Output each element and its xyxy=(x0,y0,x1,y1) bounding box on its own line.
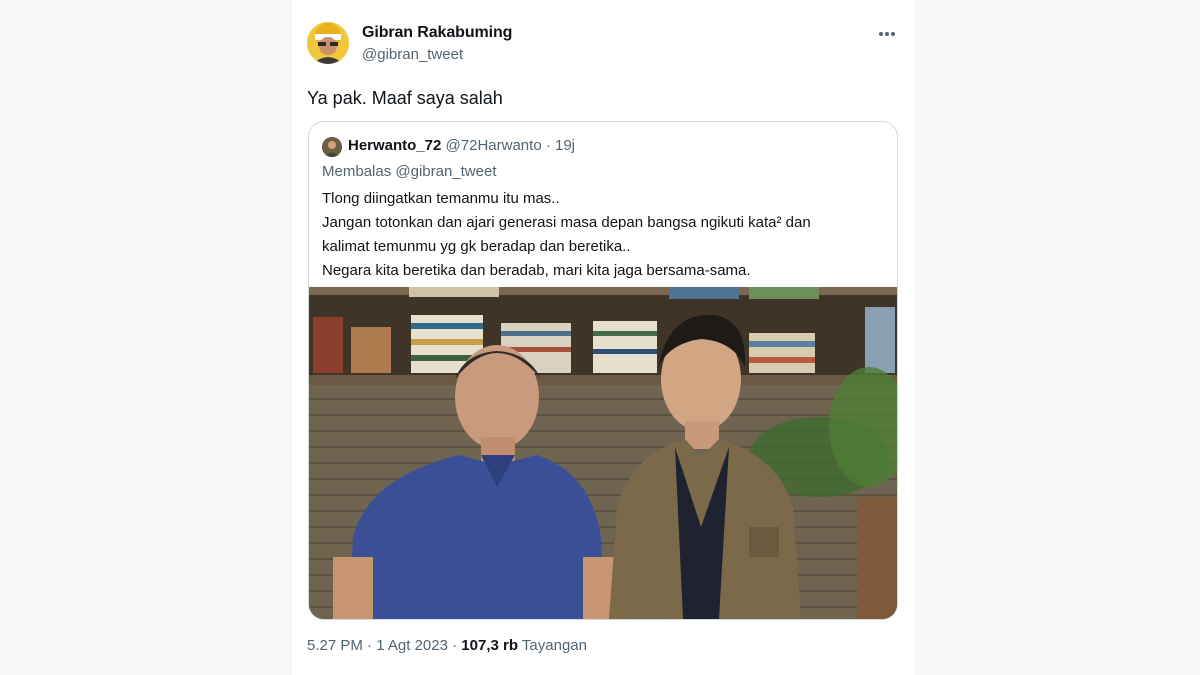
meta-separator: · xyxy=(367,637,373,654)
author-handle[interactable]: @gibran_tweet xyxy=(362,46,463,63)
quoted-author-avatar[interactable] xyxy=(322,137,342,157)
tweet-meta: 5.27 PM · 1 Agt 2023 · 107,3 rb Tayangan xyxy=(307,637,587,654)
tweet-text: Ya pak. Maaf saya salah xyxy=(307,88,503,108)
reply-mention[interactable]: @gibran_tweet xyxy=(395,163,496,180)
reply-prefix: Membalas xyxy=(322,163,392,180)
quoted-reply-context: Membalas @gibran_tweet xyxy=(322,163,497,180)
views-count: 107,3 rb xyxy=(461,637,519,654)
quoted-tweet[interactable]: Herwanto_72 @72Harwanto · 19j Membalas @… xyxy=(308,121,898,620)
author-name[interactable]: Gibran Rakabuming xyxy=(362,24,512,42)
tweet-date[interactable]: 1 Agt 2023 xyxy=(376,637,448,654)
quoted-text-line: kalimat temunmu yg gk beradap dan bereti… xyxy=(322,238,631,255)
more-options-button[interactable] xyxy=(875,22,899,46)
tweet-card: Gibran Rakabuming @gibran_tweet Ya pak. … xyxy=(290,0,916,675)
quoted-author-name[interactable]: Herwanto_72 xyxy=(348,137,441,154)
tweet-time[interactable]: 5.27 PM xyxy=(307,637,363,654)
quoted-text-line: Negara kita beretika dan beradab, mari k… xyxy=(322,262,751,279)
page-background-left xyxy=(0,0,290,675)
quoted-separator: · xyxy=(545,137,551,154)
quoted-header: Herwanto_72 @72Harwanto · 19j xyxy=(348,137,575,154)
more-horizontal-icon xyxy=(879,32,895,36)
quoted-text-line: Jangan totonkan dan ajari generasi masa … xyxy=(322,214,811,231)
quoted-text-line: Tlong diingatkan temanmu itu mas.. xyxy=(322,190,560,207)
meta-separator: · xyxy=(452,637,458,654)
page-background-right xyxy=(914,0,1200,675)
author-avatar[interactable] xyxy=(307,22,349,64)
quoted-text: Tlong diingatkan temanmu itu mas.. Janga… xyxy=(322,187,882,283)
quoted-photo[interactable] xyxy=(309,287,897,619)
views-label: Tayangan xyxy=(521,637,587,654)
quoted-author-handle[interactable]: @72Harwanto xyxy=(446,137,542,154)
quoted-time[interactable]: 19j xyxy=(555,137,575,154)
